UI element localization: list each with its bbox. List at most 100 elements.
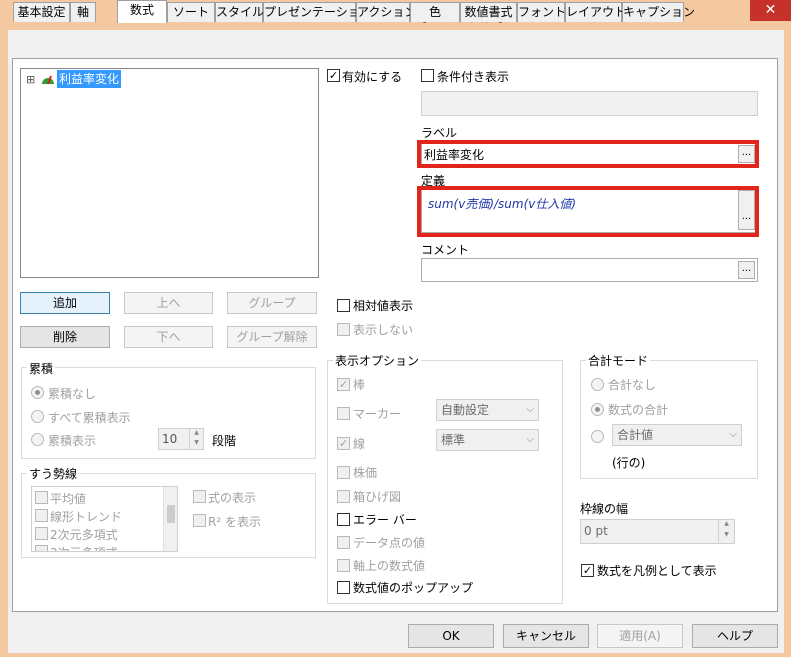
- line-combo[interactable]: 標準 ⌵: [436, 429, 539, 451]
- tree-item-selected[interactable]: 利益率変化: [57, 70, 122, 88]
- accumulate-show-radio[interactable]: [31, 433, 44, 446]
- spin-up-icon[interactable]: ▲: [189, 429, 203, 439]
- tab-axis[interactable]: 軸: [70, 2, 96, 22]
- data-values-checkbox[interactable]: [337, 536, 350, 549]
- marker-checkbox[interactable]: [337, 407, 350, 420]
- stock-label: 株価: [353, 466, 378, 480]
- ok-button[interactable]: OK: [408, 624, 494, 648]
- tab-style[interactable]: スタイル: [215, 2, 264, 22]
- trendline-scrollbar[interactable]: [163, 487, 177, 551]
- highlight-label: [417, 140, 759, 168]
- comment-title: コメント: [421, 243, 470, 257]
- trend-linear-checkbox[interactable]: [35, 509, 48, 522]
- expand-icon[interactable]: ⊞: [26, 73, 35, 86]
- tab-font[interactable]: フォント: [517, 2, 566, 22]
- total-value-combo[interactable]: 合計値 ⌵: [612, 424, 742, 446]
- total-expr-radio[interactable]: [591, 403, 604, 416]
- close-icon: ✕: [764, 2, 777, 18]
- marker-label: マーカー: [353, 407, 402, 421]
- hide-checkbox[interactable]: [337, 323, 350, 336]
- comment-input[interactable]: [421, 258, 758, 282]
- tab-number-format[interactable]: 数値書式: [460, 2, 517, 22]
- move-down-button[interactable]: 下へ: [124, 326, 213, 348]
- steps-input[interactable]: 10 ▲ ▼: [158, 428, 204, 450]
- popup-label: 数式値のポップアップ: [353, 581, 474, 595]
- steps-unit-label: 段階: [212, 434, 237, 448]
- trend-poly3-label: 3次元多項式: [50, 544, 118, 551]
- conditional-checkbox[interactable]: [421, 69, 434, 82]
- marker-combo[interactable]: 自動設定 ⌵: [436, 399, 539, 421]
- frame-width-value: 0 pt: [584, 524, 608, 538]
- show-r2-checkbox[interactable]: [193, 514, 206, 527]
- move-up-button[interactable]: 上へ: [124, 292, 213, 314]
- scrollbar-thumb[interactable]: [167, 505, 175, 523]
- trend-poly3-checkbox[interactable]: [35, 545, 48, 551]
- ungroup-button[interactable]: グループ解除: [227, 326, 317, 348]
- enable-checkbox[interactable]: ✓: [327, 69, 340, 82]
- show-r2-label: R² を表示: [208, 515, 261, 529]
- total-none-label: 合計なし: [608, 378, 657, 392]
- tab-presentation[interactable]: プレゼンテーション: [263, 2, 372, 22]
- frame-width-title: 枠線の幅: [580, 502, 629, 516]
- accumulate-none-radio[interactable]: [31, 386, 44, 399]
- dialog-window: チャート プロパティ [利益率変化] ✕ 基本設定 軸 数式 ソート スタイル …: [0, 0, 791, 657]
- conditional-label: 条件付き表示: [437, 70, 510, 84]
- label-title: ラベル: [421, 126, 458, 140]
- tab-action[interactable]: アクション: [356, 2, 416, 22]
- legend-label: 数式を凡例として表示: [597, 564, 717, 578]
- legend-checkbox[interactable]: ✓: [581, 564, 594, 577]
- trend-average-checkbox[interactable]: [35, 491, 48, 504]
- popup-checkbox[interactable]: [337, 581, 350, 594]
- accumulate-all-radio[interactable]: [31, 410, 44, 423]
- trendline-list[interactable]: 平均値 線形トレンド 2次元多項式 3次元多項式: [31, 486, 178, 552]
- tab-layout[interactable]: レイアウト: [565, 2, 626, 22]
- total-none-radio[interactable]: [591, 378, 604, 391]
- show-formula-checkbox[interactable]: [193, 490, 206, 503]
- tab-sort[interactable]: ソート: [167, 2, 215, 22]
- trend-linear-label: 線形トレンド: [50, 510, 123, 524]
- total-rows-label: (行の): [612, 456, 646, 470]
- bar-label: 棒: [353, 378, 366, 392]
- chevron-down-icon: ⌵: [729, 429, 737, 440]
- trend-poly2-checkbox[interactable]: [35, 527, 48, 540]
- trend-poly2-label: 2次元多項式: [50, 528, 118, 542]
- spin-down-icon[interactable]: ▼: [718, 531, 734, 542]
- relative-checkbox[interactable]: [337, 299, 350, 312]
- add-button[interactable]: 追加: [20, 292, 110, 314]
- comment-ellipsis-button[interactable]: ...: [738, 261, 755, 279]
- apply-button[interactable]: 適用(A): [597, 624, 683, 648]
- tab-expression[interactable]: 数式: [117, 0, 167, 23]
- accumulate-none-label: 累積なし: [48, 387, 97, 401]
- frame-width-input[interactable]: 0 pt ▲ ▼: [580, 519, 735, 544]
- tab-color[interactable]: 色: [410, 2, 460, 22]
- error-bar-checkbox[interactable]: [337, 513, 350, 526]
- delete-button[interactable]: 削除: [20, 326, 110, 348]
- stock-checkbox[interactable]: [337, 466, 350, 479]
- total-value-radio[interactable]: [591, 430, 604, 443]
- total-value-combo-value: 合計値: [617, 428, 654, 442]
- tab-basic[interactable]: 基本設定: [13, 2, 70, 22]
- cancel-button[interactable]: キャンセル: [503, 624, 589, 648]
- spin-down-icon[interactable]: ▼: [189, 439, 203, 449]
- expression-tree[interactable]: ⊞ 利益率変化: [20, 68, 319, 278]
- axis-values-checkbox[interactable]: [337, 559, 350, 572]
- tab-caption[interactable]: キャプション: [622, 2, 695, 22]
- error-bar-label: エラー バー: [353, 513, 417, 527]
- spin-up-icon[interactable]: ▲: [718, 520, 734, 531]
- condition-input[interactable]: [421, 91, 758, 116]
- chevron-down-icon: ⌵: [526, 434, 534, 445]
- help-button[interactable]: ヘルプ: [692, 624, 778, 648]
- group-button[interactable]: グループ: [227, 292, 317, 314]
- chart-gauge-icon: [41, 73, 55, 85]
- highlight-definition: [417, 186, 759, 237]
- accumulate-title: 累積: [27, 360, 56, 377]
- boxplot-checkbox[interactable]: [337, 490, 350, 503]
- line-checkbox[interactable]: ✓: [337, 437, 350, 450]
- show-formula-label: 式の表示: [208, 491, 257, 505]
- total-mode-group: [580, 360, 758, 479]
- close-button[interactable]: ✕: [750, 0, 791, 21]
- bar-checkbox[interactable]: ✓: [337, 378, 350, 391]
- relative-label: 相対値表示: [353, 299, 414, 313]
- line-combo-value: 標準: [441, 433, 466, 447]
- accumulate-all-label: すべて累積表示: [48, 411, 131, 425]
